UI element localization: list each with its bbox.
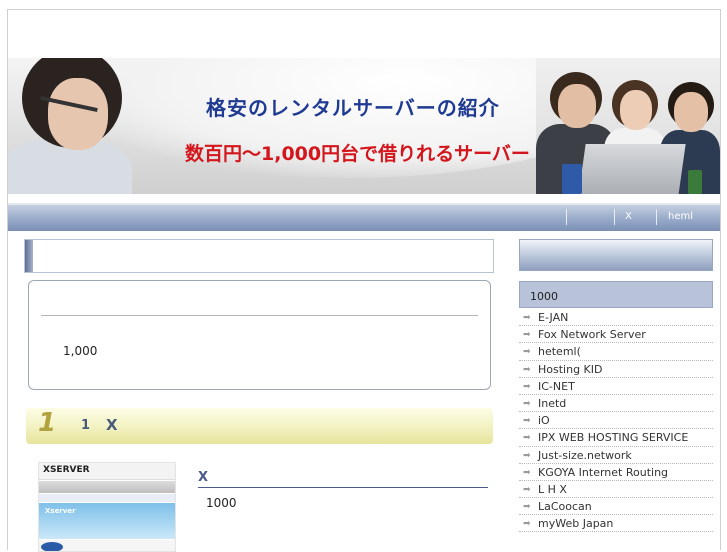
nav-item-x[interactable]: X xyxy=(625,211,632,222)
top-bar xyxy=(8,10,720,58)
coffee-cup-icon xyxy=(688,170,702,194)
arrow-right-icon: ➡ xyxy=(523,416,531,427)
thumbnail-subnav xyxy=(39,494,175,502)
arrow-right-icon: ➡ xyxy=(523,433,531,444)
arrow-right-icon: ➡ xyxy=(523,519,531,530)
sidebar-link[interactable]: ➡ heteml( xyxy=(519,343,713,361)
banner-business-people-photo xyxy=(536,58,720,194)
intro-price: 1,000 xyxy=(63,344,98,358)
sidebar-link[interactable]: ➡ E-JAN xyxy=(519,309,713,327)
sidebar-link-label[interactable]: myWeb Japan xyxy=(538,517,613,530)
laptop-icon xyxy=(578,144,686,194)
sidebar-link[interactable]: ➡ Inetd xyxy=(519,395,713,413)
arrow-right-icon: ➡ xyxy=(523,313,531,323)
thumbnail-nav xyxy=(39,481,175,493)
nav-separator xyxy=(566,209,567,225)
server-price: 1000 xyxy=(206,496,237,510)
arrow-right-icon: ➡ xyxy=(523,450,531,461)
sidebar-link-label[interactable]: IPX WEB HOSTING SERVICE xyxy=(538,431,688,444)
server-name-link[interactable]: X xyxy=(198,470,208,485)
arrow-right-icon: ➡ xyxy=(523,381,531,392)
site-subtitle: 数百円～1,000円台で借りれるサーバー xyxy=(185,143,530,165)
sidebar-link[interactable]: ➡ L H X xyxy=(519,481,713,499)
sidebar-link[interactable]: ➡ myWeb Japan xyxy=(519,515,713,533)
heading-accent xyxy=(25,240,33,272)
sidebar-link-list: ➡ E-JAN ➡ Fox Network Server ➡ heteml( ➡ Hos… xyxy=(519,309,713,533)
nav-item-heml[interactable]: heml xyxy=(668,211,693,222)
sidebar-link-label[interactable]: L H X xyxy=(538,483,567,496)
header-banner: 格安のレンタルサーバーの紹介 数百円～1,000円台で借りれるサーバー xyxy=(8,58,720,194)
sidebar-link-label[interactable]: heteml( xyxy=(538,345,581,358)
main-heading-box xyxy=(24,239,494,273)
sidebar-link[interactable]: ➡ IC-NET xyxy=(519,378,713,395)
rank-small-number: 1 xyxy=(81,418,91,433)
page-frame: 格安のレンタルサーバーの紹介 数百円～1,000円台で借りれるサーバー X he… xyxy=(7,9,721,552)
ranking-header: 1 1 X xyxy=(26,408,493,444)
nav-separator xyxy=(656,209,657,225)
server-thumbnail[interactable]: XSERVER Xserver xyxy=(38,462,176,552)
sidebar-category-label: 1000 xyxy=(530,290,558,303)
banner-operator-photo xyxy=(8,58,140,194)
rank-number: 1 xyxy=(38,408,57,438)
main-navbar: X heml xyxy=(8,203,720,231)
sidebar-link[interactable]: ➡ Fox Network Server xyxy=(519,326,713,344)
sidebar-category: 1000 xyxy=(519,281,713,308)
rank-title[interactable]: X xyxy=(106,416,118,434)
sidebar-link[interactable]: ➡ iO xyxy=(519,412,713,430)
arrow-right-icon: ➡ xyxy=(523,502,531,513)
arrow-right-icon: ➡ xyxy=(523,364,531,375)
server-divider xyxy=(198,487,488,488)
sidebar-link-label[interactable]: Hosting KID xyxy=(538,363,602,376)
arrow-right-icon: ➡ xyxy=(523,398,531,409)
sidebar-link[interactable]: ➡ IPX WEB HOSTING SERVICE xyxy=(519,429,713,447)
arrow-right-icon: ➡ xyxy=(523,347,531,358)
thumbnail-badge-icon xyxy=(41,542,63,551)
intro-box: 1,000 xyxy=(28,280,491,390)
sidebar-link-label[interactable]: E-JAN xyxy=(538,311,568,324)
sidebar-link-label[interactable]: KGOYA Internet Routing xyxy=(538,466,668,479)
sidebar-link[interactable]: ➡ Just-size.network xyxy=(519,447,713,464)
nav-separator xyxy=(614,209,615,225)
arrow-right-icon: ➡ xyxy=(523,484,531,495)
sidebar-link-label[interactable]: Just-size.network xyxy=(538,449,632,462)
sidebar-link[interactable]: ➡ KGOYA Internet Routing xyxy=(519,464,713,481)
sidebar-link[interactable]: ➡ Hosting KID xyxy=(519,361,713,378)
sidebar-link-label[interactable]: LaCoocan xyxy=(538,500,592,513)
intro-divider xyxy=(41,315,478,316)
thumbnail-tagline: Xserver xyxy=(45,507,76,515)
coffee-cup-icon xyxy=(562,164,582,194)
sidebar-link-label[interactable]: IC-NET xyxy=(538,380,575,393)
arrow-right-icon: ➡ xyxy=(523,330,531,341)
arrow-right-icon: ➡ xyxy=(523,467,531,478)
sidebar-heading xyxy=(519,239,713,271)
sidebar-link[interactable]: ➡ LaCoocan xyxy=(519,498,713,516)
sidebar-link-label[interactable]: iO xyxy=(538,414,550,427)
thumbnail-logo: XSERVER xyxy=(43,465,90,475)
site-title: 格安のレンタルサーバーの紹介 xyxy=(206,96,500,120)
sidebar-link-label[interactable]: Fox Network Server xyxy=(538,328,646,341)
sidebar-link-label[interactable]: Inetd xyxy=(538,397,566,410)
